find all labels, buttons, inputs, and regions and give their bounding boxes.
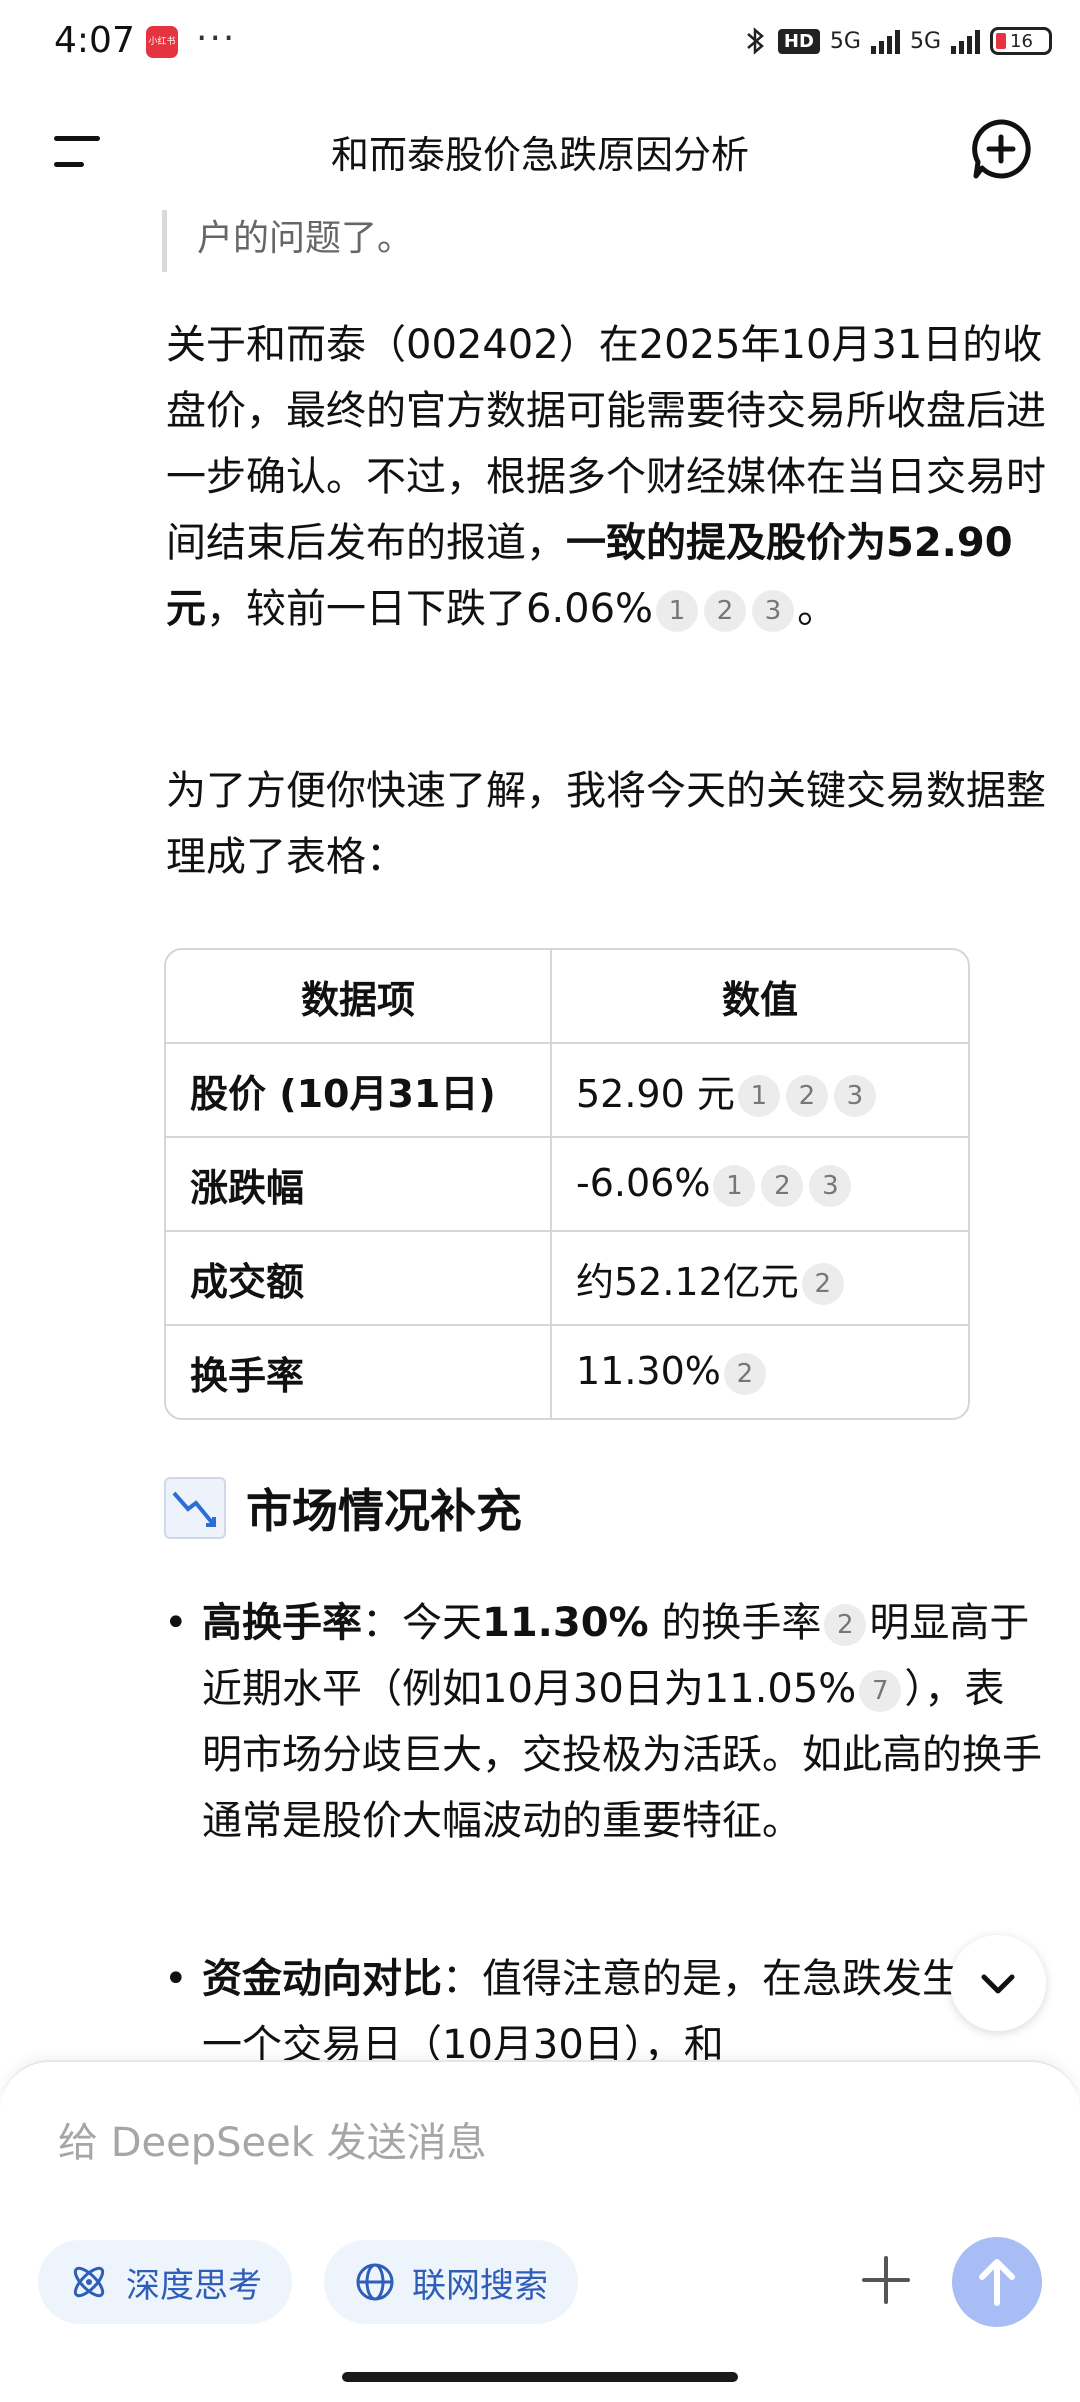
deep-think-toggle[interactable]: 深度思考 [38,2240,292,2324]
table-cell-label: 涨跌幅 [166,1138,552,1232]
signal-icon-2 [951,28,980,54]
battery-icon: 16 [990,27,1052,55]
atom-icon [73,2266,105,2298]
section-heading: 市场情况补充 [164,1475,522,1541]
bluetooth-icon [747,27,764,55]
cell-value-text: 11.30% [576,1349,721,1394]
table-row: 成交额 约52.12亿元 2 [166,1232,968,1326]
more-notifications-icon: ··· [196,18,237,59]
app-notification-icon: 小红书 [146,26,178,58]
scroll-to-bottom-button[interactable] [950,1935,1046,2031]
table-header: 数值 [552,950,968,1044]
table-header-row: 数据项 数值 [166,950,968,1044]
bullet-text: 资金动向对比：值得注意的是，在急跌发生的前一个交易日（10月30日），和 [202,1946,1044,2060]
deep-think-label: 深度思考 [126,2265,262,2306]
citation-badge[interactable]: 3 [833,1075,876,1117]
citation-badge[interactable]: 2 [785,1075,828,1117]
citation-badge[interactable]: 2 [801,1263,844,1305]
answer-paragraph-2: 为了方便你快速了解，我将今天的关键交易数据整理成了表格： [166,768,1046,880]
bullet-span: ：今天 [362,1600,482,1646]
table-cell-value: 11.30% 2 [552,1326,968,1418]
new-chat-icon[interactable] [970,118,1032,180]
answer-paragraph-1: 关于和而泰（002402）在2025年10月31日的收盘价，最终的官方数据可能需… [166,312,1046,642]
table-cell-label: 换手率 [166,1326,552,1418]
data-table: 数据项 数值 股价 (10月31日) 52.90 元123 涨跌幅 -6.06%… [164,948,970,1420]
citation-badge[interactable]: 1 [656,590,699,632]
status-bar: 4:07 小红书 ··· HD 5G 5G 16 [0,0,1080,90]
cell-value-text: 52.90 元 [576,1071,735,1116]
para1-end: 。 [797,586,838,632]
home-indicator[interactable] [342,2372,738,2382]
hd-voice-icon: HD [777,28,820,54]
citation-badge[interactable]: 3 [752,590,795,632]
citation-badge[interactable]: 3 [809,1164,852,1207]
quote-text: 户的问题了。 [197,218,414,259]
table-cell-value: 约52.12亿元 2 [552,1232,968,1326]
status-icons: HD 5G 5G 16 [744,26,1052,56]
status-time: 4:07 [54,20,135,61]
table-cell-value: 52.90 元123 [552,1044,968,1138]
citation-badge[interactable]: 2 [723,1352,766,1395]
para1-text2: ，较前一日下跌了6.06% [206,586,654,632]
attach-plus-icon[interactable] [858,2252,914,2308]
bullet-bold: 11.30% [482,1600,649,1646]
table-header: 数据项 [166,950,552,1044]
chevron-down-icon [981,1974,1015,1994]
chart-decreasing-icon [164,1477,226,1539]
send-button[interactable] [952,2237,1042,2327]
table-cell-label: 成交额 [166,1232,552,1326]
cell-value-text: -6.06% [576,1161,711,1206]
web-search-toggle[interactable]: 联网搜索 [324,2240,578,2324]
table-row: 涨跌幅 -6.06% 1 2 3 [166,1138,968,1232]
bullet-text: 高换手率：今天11.30% 的换手率 2 明显高于近期水平（例如10月30日为11.… [202,1590,1044,1854]
section-title: 市场情况补充 [246,1484,522,1538]
message-composer: 给 DeepSeek 发送消息 深度思考 联网搜索 [0,2060,1080,2402]
globe-icon [356,2263,394,2301]
citation-badge[interactable]: 7 [859,1670,902,1712]
network-label-1: 5G [829,28,861,54]
battery-level: 16 [1010,30,1033,52]
bullet-item: • 高换手率：今天11.30% 的换手率 2 明显高于近期水平（例如10月30日为1… [164,1590,1044,1854]
table-row: 换手率 11.30% 2 [166,1326,968,1418]
bullet-title: 高换手率 [202,1600,362,1646]
chat-content[interactable]: 户的问题了。 关于和而泰（002402）在2025年10月31日的收盘价，最终的… [0,190,1080,2060]
bullet-span: 的换手率 [648,1600,822,1646]
arrow-up-icon [979,2259,1015,2306]
citation-badge[interactable]: 2 [761,1164,804,1207]
quote-block: 户的问题了。 [162,210,413,272]
web-search-label: 联网搜索 [412,2265,548,2306]
network-label-2: 5G [909,28,941,54]
citation-badge[interactable]: 2 [704,590,747,632]
citation-badge[interactable]: 1 [737,1075,780,1117]
citation-badge[interactable]: 1 [713,1164,756,1207]
app-header: 和而泰股价急跌原因分析 [0,110,1080,190]
citation-badge[interactable]: 2 [824,1604,867,1646]
chat-title: 和而泰股价急跌原因分析 [330,133,749,177]
table-cell-label: 股价 (10月31日) [166,1044,552,1138]
table-cell-value: -6.06% 1 2 3 [552,1138,968,1232]
bullet-title: 资金动向对比 [202,1956,442,2002]
bullet-item: • 资金动向对比：值得注意的是，在急跌发生的前一个交易日（10月30日），和 [164,1946,1044,2060]
signal-icon [870,28,900,54]
table-row: 股价 (10月31日) 52.90 元123 [166,1044,968,1138]
bullet-dot: • [164,1956,188,2002]
cell-value-text: 约52.12亿元 [576,1259,799,1304]
bullet-dot: • [164,1600,188,1646]
message-input[interactable]: 给 DeepSeek 发送消息 [58,2110,487,2168]
